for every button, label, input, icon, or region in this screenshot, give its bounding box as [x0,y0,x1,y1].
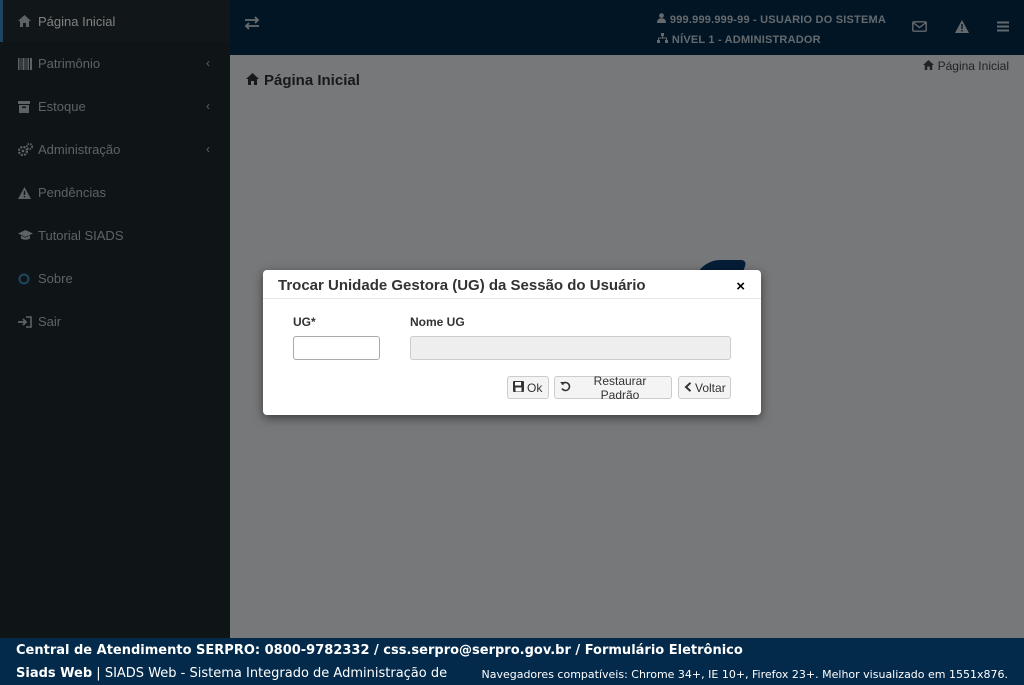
change-ug-modal: Trocar Unidade Gestora (UG) da Sessão do… [263,270,761,415]
footer-system-name: Siads Web | SIADS Web - Sistema Integrad… [16,666,447,681]
close-icon[interactable]: × [736,279,745,294]
chevron-left-icon [684,381,692,395]
nome-ug-field [410,336,731,360]
back-button[interactable]: Voltar [678,376,731,399]
restore-default-button[interactable]: Restaurar Padrão [554,373,672,402]
restore-button-label: Restaurar Padrão [593,373,647,402]
modal-header: Trocar Unidade Gestora (UG) da Sessão do… [263,270,761,299]
floppy-disk-icon [513,380,524,395]
footer-system-desc: | SIADS Web - Sistema Integrado de Admin… [92,666,448,681]
ug-input[interactable] [293,336,380,360]
ok-button-label: Ok [527,380,543,395]
nome-ug-label: Nome UG [410,315,465,329]
footer: Central de Atendimento SERPRO: 0800-9782… [0,638,1024,685]
back-button-label: Voltar [695,380,726,395]
footer-contact: Central de Atendimento SERPRO: 0800-9782… [16,643,743,658]
modal-title: Trocar Unidade Gestora (UG) da Sessão do… [278,277,646,294]
ok-button[interactable]: Ok [507,376,549,399]
ug-label: UG* [293,315,316,329]
footer-brand: Siads Web [16,666,93,681]
footer-browsers: Navegadores compatíveis: Chrome 34+, IE … [481,668,1008,681]
undo-icon [560,381,571,395]
